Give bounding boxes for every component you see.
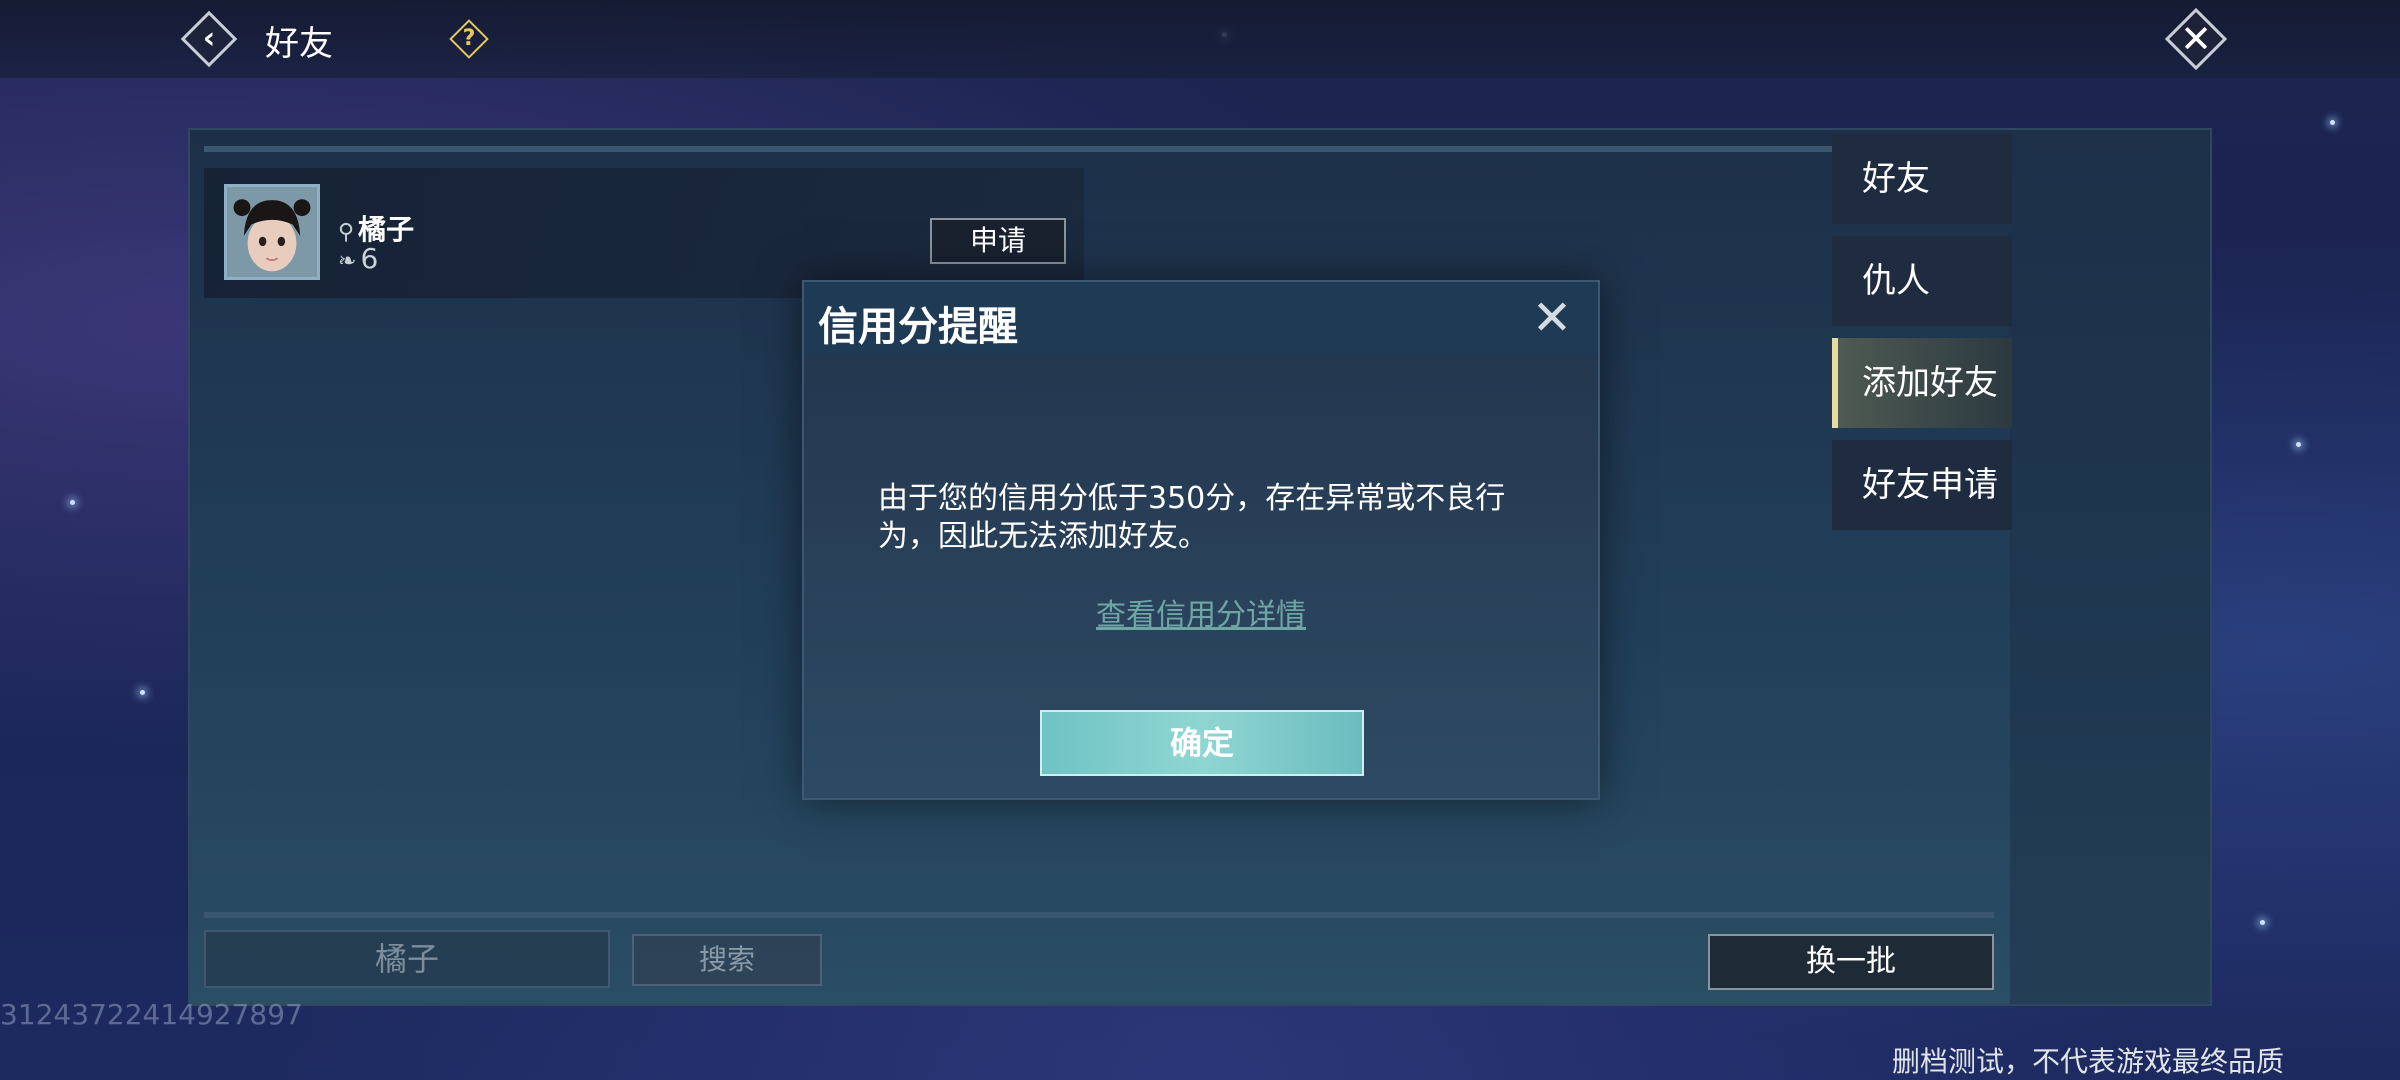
search-button[interactable]: 搜索 <box>632 934 822 986</box>
page-title: 好友 <box>265 24 333 64</box>
close-icon: ✕ <box>2180 17 2212 61</box>
question-mark-icon: ? <box>462 26 476 51</box>
dialog-header: 信用分提醒 ✕ <box>804 282 1598 354</box>
sidebar-background <box>2010 130 2210 1004</box>
divider-bottom <box>204 912 1994 918</box>
tab-friends[interactable]: 好友 <box>1832 134 2012 224</box>
confirm-button[interactable]: 确定 <box>1040 710 1364 776</box>
tab-friend-requests[interactable]: 好友申请 <box>1832 440 2012 530</box>
level-icon: ❧ <box>338 249 357 274</box>
star-decoration <box>70 500 75 505</box>
apply-button[interactable]: 申请 <box>930 218 1066 264</box>
back-arrow-icon: ‹ <box>202 21 216 56</box>
star-decoration <box>140 690 145 695</box>
back-button[interactable]: ‹ <box>178 8 240 70</box>
friend-level-row: ❧ 6 <box>338 242 378 275</box>
avatar-portrait <box>227 187 317 277</box>
avatar[interactable] <box>224 184 320 280</box>
credit-score-dialog: 信用分提醒 ✕ 由于您的信用分低于350分，存在异常或不良行为，因此无法添加好友… <box>802 280 1600 800</box>
top-bar: ‹ 好友 ? ✕ <box>0 0 2400 78</box>
friend-level: 6 <box>360 242 379 275</box>
close-icon[interactable]: ✕ <box>1526 292 1578 344</box>
credit-details-link[interactable]: 查看信用分详情 <box>804 590 1598 634</box>
close-window-button[interactable]: ✕ <box>2160 7 2232 71</box>
search-input[interactable]: 橘子 <box>204 930 610 988</box>
user-id-watermark: 31243722414927897 <box>0 998 303 1031</box>
dialog-title: 信用分提醒 <box>818 304 1018 350</box>
dialog-message: 由于您的信用分低于350分，存在异常或不良行为，因此无法添加好友。 <box>878 481 1506 554</box>
refresh-batch-button[interactable]: 换一批 <box>1708 934 1994 990</box>
test-disclaimer: 删档测试，不代表游戏最终品质 <box>1891 1045 2284 1078</box>
tab-add-friend[interactable]: 添加好友 <box>1832 338 2012 428</box>
star-decoration <box>2260 920 2265 925</box>
tab-enemies[interactable]: 仇人 <box>1832 236 2012 326</box>
friend-result-card: ⚲ 橘子 ❧ 6 申请 <box>204 168 1084 298</box>
star-decoration <box>2330 120 2335 125</box>
star-decoration <box>2296 442 2301 447</box>
help-button[interactable]: ? <box>448 18 490 60</box>
divider-top <box>204 146 1994 152</box>
